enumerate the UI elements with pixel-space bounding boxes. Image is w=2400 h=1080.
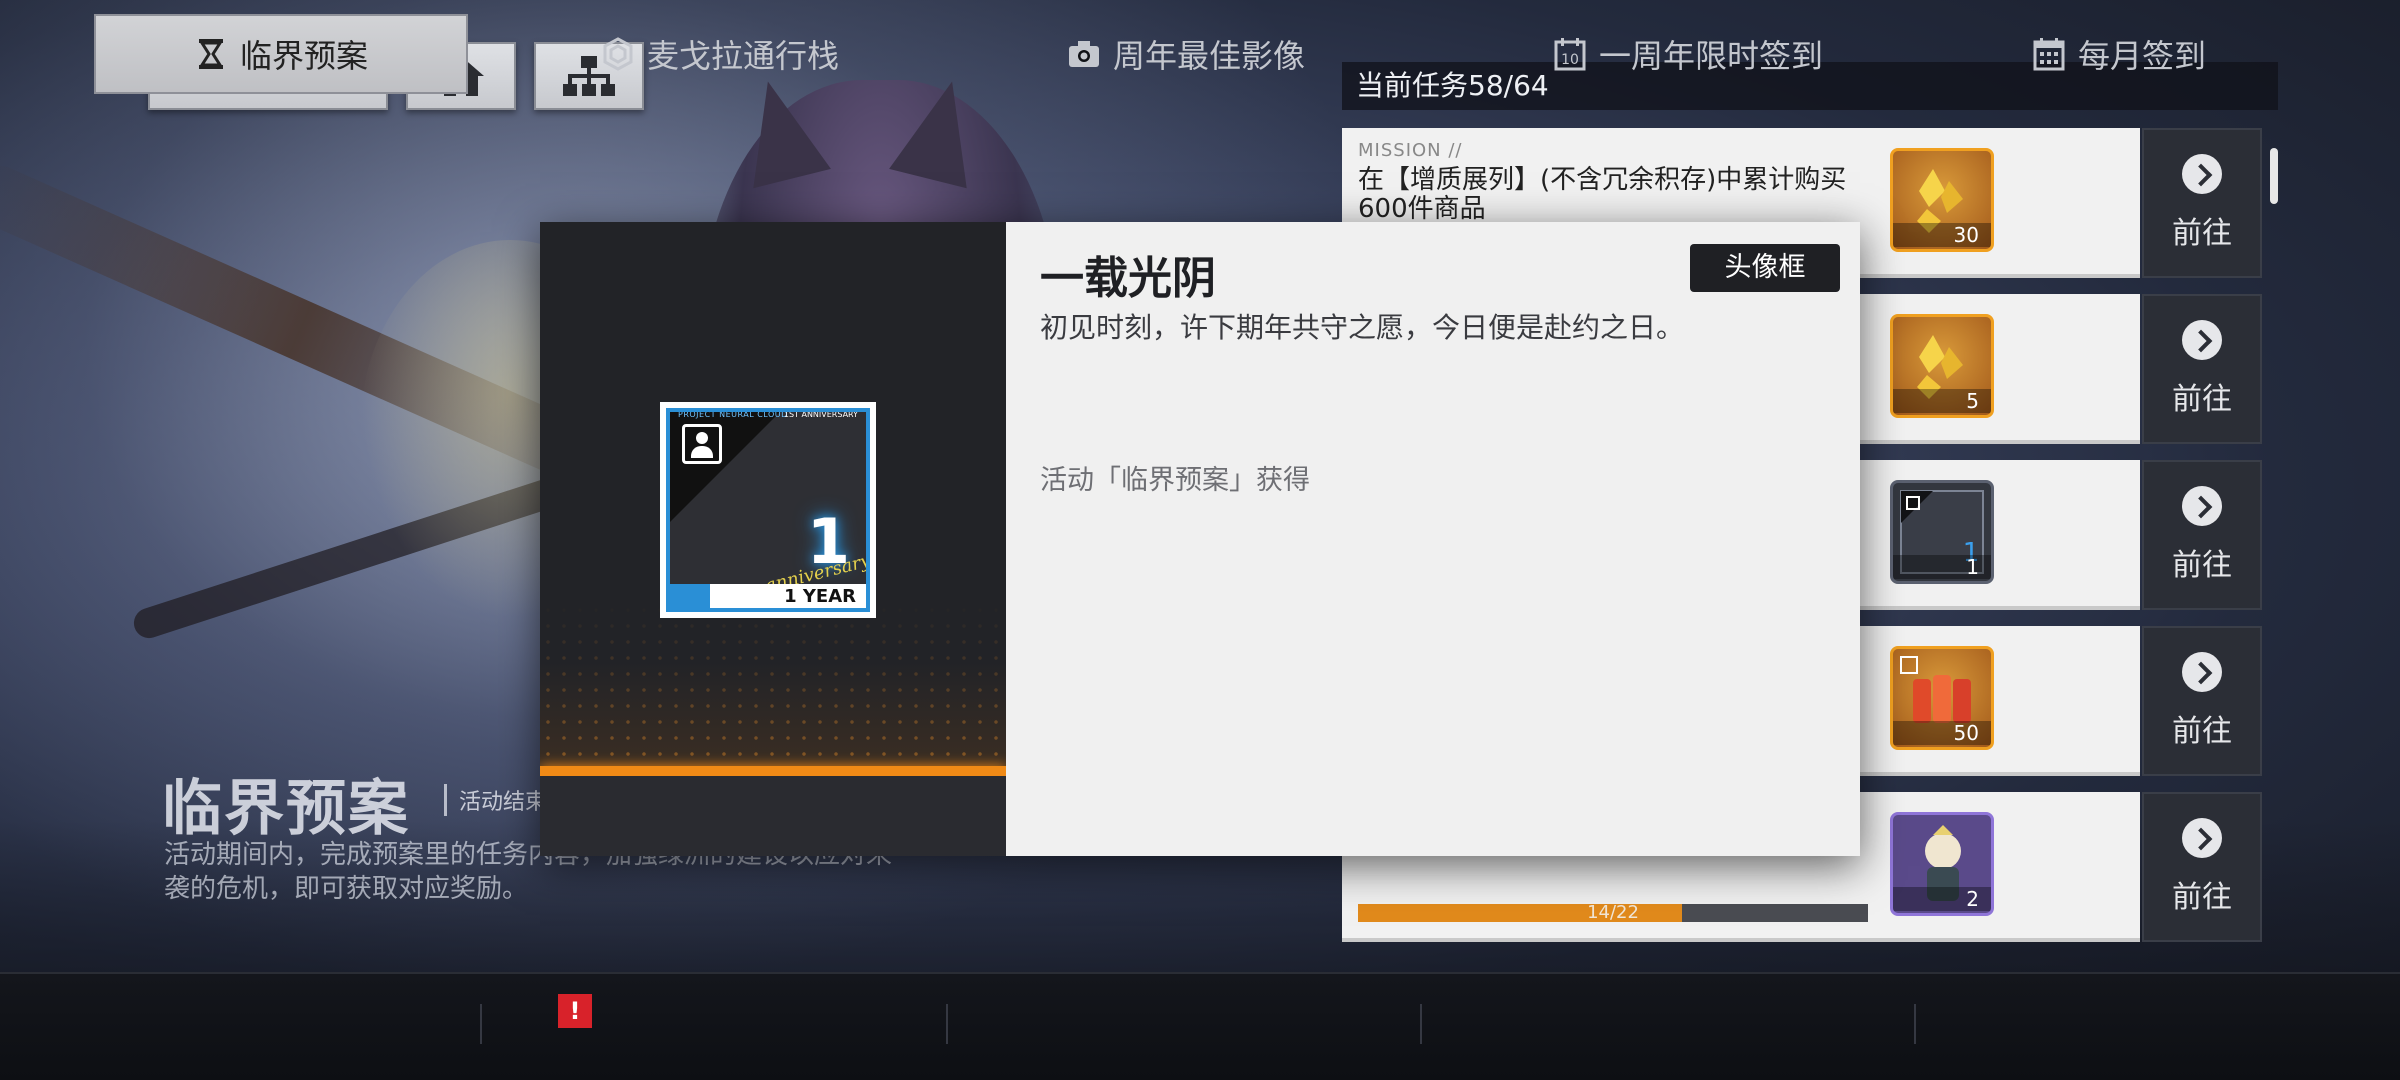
tab-label: 每月签到 bbox=[2077, 37, 2206, 75]
calendar-10-icon: 10 bbox=[1554, 38, 1586, 71]
frame-strip-accent bbox=[670, 584, 710, 608]
chevron-right-icon bbox=[2182, 818, 2222, 858]
task-list-scrollbar[interactable] bbox=[2270, 148, 2278, 204]
hourglass-icon bbox=[198, 39, 223, 69]
go-button[interactable]: 前往 bbox=[2142, 460, 2262, 610]
reward-count: 2 bbox=[1893, 887, 1991, 911]
tab-critical-plan[interactable]: 临界预案 bbox=[94, 14, 468, 94]
item-type-badge: 头像框 bbox=[1690, 244, 1840, 292]
frame-top-text: PROJECT NEURAL CLOUD bbox=[678, 410, 788, 419]
task-reward[interactable]: 50 bbox=[1890, 646, 1994, 750]
event-title: 临界预案 bbox=[162, 774, 410, 844]
task-tag: MISSION // bbox=[1358, 140, 1463, 161]
task-reward[interactable]: 30 bbox=[1890, 148, 1994, 252]
avatar-frame-preview: PROJECT NEURAL CLOUD 1ST ANNIVERSARY 1 a… bbox=[660, 402, 876, 618]
tab-separator bbox=[946, 1004, 948, 1044]
tab-label: 麦戈拉通行栈 bbox=[646, 37, 839, 75]
go-button-label: 前往 bbox=[2172, 880, 2232, 915]
tab-label: 周年最佳影像 bbox=[1112, 37, 1305, 75]
hexagon-icon bbox=[603, 37, 633, 71]
tab-monthly-checkin[interactable]: 每月签到 bbox=[2024, 14, 2214, 94]
bottom-tab-bar bbox=[0, 972, 2400, 1080]
item-preview-panel: PROJECT NEURAL CLOUD 1ST ANNIVERSARY 1 a… bbox=[540, 222, 1006, 856]
frame-strip-text: 1 YEAR bbox=[784, 585, 856, 607]
go-button-label: 前往 bbox=[2172, 216, 2232, 251]
calendar-grid-icon bbox=[2033, 38, 2065, 71]
preview-dot-pattern bbox=[540, 602, 1006, 782]
tab-separator bbox=[1420, 1004, 1422, 1044]
chevron-right-icon bbox=[2182, 320, 2222, 360]
tab-anniversary-checkin[interactable]: 10 一周年限时签到 bbox=[1528, 14, 1848, 94]
reward-count: 30 bbox=[1893, 223, 1991, 247]
go-button[interactable]: 前往 bbox=[2142, 792, 2262, 942]
preview-base bbox=[540, 776, 1006, 856]
reward-count: 50 bbox=[1893, 721, 1991, 745]
event-end-label: 活动结束 bbox=[444, 784, 547, 816]
svg-text:10: 10 bbox=[1561, 52, 1579, 68]
user-silhouette-icon bbox=[682, 424, 722, 464]
item-description: 初见时刻，许下期年共守之愿，今日便是赴约之日。 bbox=[1040, 311, 1685, 344]
task-progress-text: 14/22 bbox=[1587, 902, 1639, 923]
tab-label: 一周年限时签到 bbox=[1598, 37, 1823, 75]
task-reward[interactable]: 2 bbox=[1890, 812, 1994, 916]
item-detail-modal: PROJECT NEURAL CLOUD 1ST ANNIVERSARY 1 a… bbox=[540, 222, 1860, 856]
task-reward[interactable]: 1 1 bbox=[1890, 480, 1994, 584]
chevron-right-icon bbox=[2182, 486, 2222, 526]
tab-separator bbox=[480, 1004, 482, 1044]
alert-badge: ! bbox=[558, 994, 592, 1028]
go-button[interactable]: 前往 bbox=[2142, 128, 2262, 278]
frame-top-right-text: 1ST ANNIVERSARY bbox=[783, 410, 858, 419]
camera-icon bbox=[1068, 41, 1099, 67]
avatar-frame-inner: PROJECT NEURAL CLOUD 1ST ANNIVERSARY 1 a… bbox=[666, 408, 870, 612]
go-button-label: 前往 bbox=[2172, 382, 2232, 417]
task-description: 在【增质展列】(不含冗余积存)中累计购买600件商品 bbox=[1358, 165, 1847, 224]
go-button[interactable]: 前往 bbox=[2142, 294, 2262, 444]
go-button-label: 前往 bbox=[2172, 548, 2232, 583]
item-name: 一载光阴 bbox=[1040, 253, 1216, 304]
preview-rarity-bar bbox=[540, 766, 1006, 776]
item-source: 活动「临界预案」获得 bbox=[1040, 465, 1310, 496]
go-button[interactable]: 前往 bbox=[2142, 626, 2262, 776]
reward-count: 1 bbox=[1893, 555, 1991, 579]
item-info-panel: 一载光阴 头像框 初见时刻，许下期年共守之愿，今日便是赴约之日。 活动「临界预案… bbox=[1006, 222, 1860, 856]
tab-label: 临界预案 bbox=[239, 37, 368, 75]
task-progress-bar: 14/22 bbox=[1358, 902, 1868, 923]
chevron-right-icon bbox=[2182, 652, 2222, 692]
reward-count: 5 bbox=[1893, 389, 1991, 413]
go-button-label: 前往 bbox=[2172, 714, 2232, 749]
task-reward[interactable]: 5 bbox=[1890, 314, 1994, 418]
chevron-right-icon bbox=[2182, 154, 2222, 194]
tab-pass[interactable]: 麦戈拉通行栈 bbox=[590, 14, 850, 94]
tab-anniversary-photo[interactable]: 周年最佳影像 bbox=[1056, 14, 1316, 94]
tab-separator bbox=[1914, 1004, 1916, 1044]
